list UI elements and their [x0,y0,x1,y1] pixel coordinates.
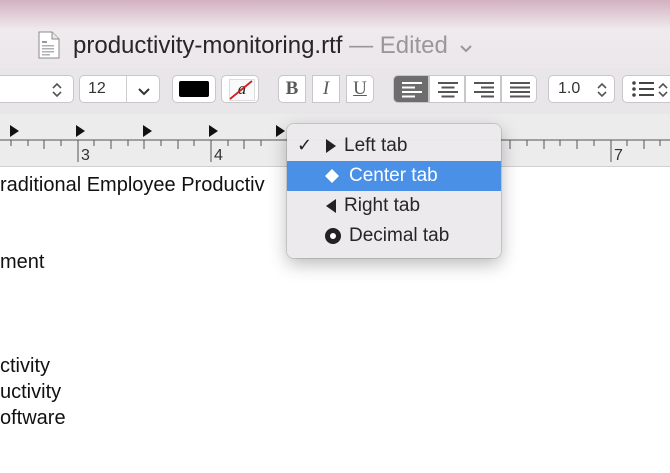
center-tab-diamond-icon [324,168,340,189]
document-line: uctivity [0,381,62,403]
tab-stops[interactable] [10,125,285,137]
menu-item-center-tab[interactable]: Center tab [287,161,501,191]
tab-stop-marker [10,125,19,137]
align-right-icon [474,82,494,98]
window-title[interactable]: productivity-monitoring.rtf — Edited [73,32,473,61]
font-size-value: 12 [88,80,106,97]
text-color-swatch [179,81,209,97]
tab-stop-marker [143,125,152,137]
menu-item-right-tab[interactable]: Right tab [287,191,501,221]
document-line: ctivity [0,355,50,377]
checkmark-icon: ✓ [297,135,313,155]
bold-button[interactable]: B [278,75,306,103]
tab-stop-marker [76,125,85,137]
align-left-icon [402,82,422,98]
edited-status: — Edited [349,32,448,59]
document-line: oftware [0,407,66,429]
no-highlight-slash-icon [229,80,253,100]
align-justify-icon [510,82,530,98]
ruler-label: 4 [214,147,223,164]
document-file-icon [38,31,60,64]
up-down-chevron-icon [51,82,63,103]
text-color-button[interactable] [172,75,216,103]
decimal-tab-circle-icon [324,227,342,250]
chevron-down-icon[interactable] [459,33,473,61]
tab-type-menu: ✓ Left tab Center tab Right tab Decimal … [287,124,501,258]
menu-item-label: Center tab [349,165,438,186]
align-center-button[interactable] [429,75,465,103]
window-titlebar: productivity-monitoring.rtf — Edited [0,0,670,68]
document-filename: productivity-monitoring.rtf [73,32,343,59]
underline-button[interactable]: U [346,75,374,103]
align-center-icon [438,82,458,98]
highlight-color-button[interactable]: a [221,75,259,103]
document-line: ment [0,251,45,273]
line-spacing-popup[interactable]: 1.0 [548,75,615,103]
menu-item-label: Left tab [344,135,408,156]
left-tab-triangle-icon [325,139,337,158]
italic-button[interactable]: I [312,75,340,103]
ruler-label: 7 [614,147,623,164]
tab-stop-marker [209,125,218,137]
document-line: raditional Employee Productiv [0,174,265,196]
up-down-chevron-icon [657,82,669,103]
line-spacing-value: 1.0 [558,80,581,97]
chevron-down-icon[interactable] [137,84,151,102]
bulleted-list-icon [632,81,654,97]
list-style-popup[interactable] [622,75,670,103]
ruler-label: 3 [81,147,90,164]
align-right-button[interactable] [465,75,501,103]
align-justify-button[interactable] [501,75,537,103]
menu-item-label: Decimal tab [349,225,450,246]
font-size-combo[interactable]: 12 [79,75,160,103]
menu-item-decimal-tab[interactable]: Decimal tab [287,221,501,251]
menu-item-left-tab[interactable]: ✓ Left tab [287,131,501,161]
tab-stop-marker [276,125,285,137]
menu-item-label: Right tab [344,195,421,216]
up-down-chevron-icon [596,82,608,103]
right-tab-triangle-icon [325,199,337,218]
align-left-button[interactable] [393,75,429,103]
font-family-popup[interactable] [0,75,74,103]
